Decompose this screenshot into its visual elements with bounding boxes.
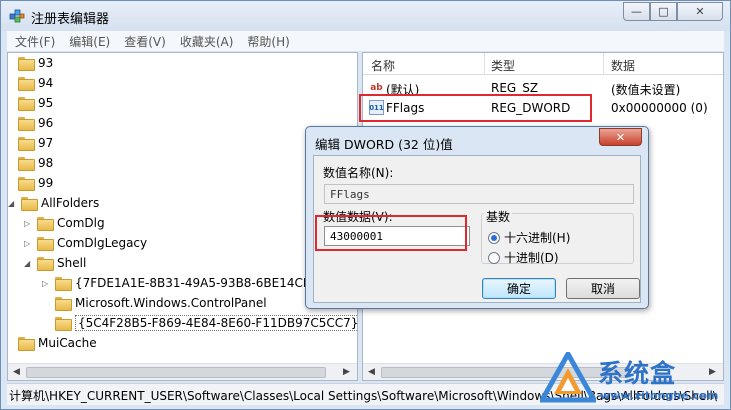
registry-editor-icon xyxy=(9,9,25,23)
scroll-left-icon[interactable]: ◀ xyxy=(368,367,375,377)
menu-view[interactable]: 查看(V) xyxy=(116,33,172,50)
base-group-title: 基数 xyxy=(484,208,513,225)
value-data: (数值未设置) xyxy=(611,83,681,97)
folder-icon xyxy=(18,157,35,171)
collapsed-arrow-icon[interactable]: ▷ xyxy=(24,239,34,248)
folder-icon xyxy=(55,297,72,311)
menu-favorites[interactable]: 收藏夹(A) xyxy=(172,33,240,50)
folder-icon xyxy=(55,317,72,331)
tree-item[interactable]: ▷ ComDlg xyxy=(24,213,105,233)
watermark-logo: 系统盒 www.xitonghe.com xyxy=(537,348,730,408)
tree-item[interactable]: ▷ {7FDE1A1E-8B31-49A5-93B8-6BE14CFA4 xyxy=(42,273,325,293)
scroll-left-icon[interactable]: ◀ xyxy=(13,367,20,377)
minimize-button[interactable]: — xyxy=(623,2,650,21)
radio-selected-icon[interactable] xyxy=(488,231,500,244)
tree-item[interactable]: 94 xyxy=(18,73,53,93)
column-divider xyxy=(603,53,604,75)
highlight-box-data xyxy=(315,215,467,251)
string-value-icon: ab xyxy=(370,82,383,93)
value-type: REG_SZ xyxy=(491,81,539,95)
decimal-radio-label: 十进制(D) xyxy=(504,251,559,265)
tree-item[interactable]: ◢ Shell xyxy=(24,253,86,273)
watermark-text: 系统盒 xyxy=(598,359,677,388)
scrollbar-thumb[interactable] xyxy=(26,367,326,378)
value-name-field: FFlags xyxy=(324,184,634,204)
folder-icon xyxy=(18,337,35,351)
folder-open-icon xyxy=(37,257,54,271)
window-title: 注册表编辑器 xyxy=(31,12,110,27)
folder-icon xyxy=(18,77,35,91)
tree-item[interactable]: 95 xyxy=(18,93,53,113)
folder-icon xyxy=(18,97,35,111)
column-header-name[interactable]: 名称 xyxy=(371,57,395,74)
tree-item[interactable]: ▷ ComDlgLegacy xyxy=(24,233,147,253)
radio-unselected-icon[interactable] xyxy=(488,251,500,264)
cancel-button[interactable]: 取消 xyxy=(566,278,640,299)
folder-icon xyxy=(18,57,35,71)
folder-icon xyxy=(18,117,35,131)
dialog-close-button[interactable]: ✕ xyxy=(599,128,642,146)
dialog-title: 编辑 DWORD (32 位)值 xyxy=(315,137,453,152)
collapsed-arrow-icon[interactable]: ▷ xyxy=(42,279,52,288)
tree-item[interactable]: 97 xyxy=(18,133,53,153)
menu-edit[interactable]: 编辑(E) xyxy=(61,33,116,50)
value-data: 0x00000000 (0) xyxy=(611,101,708,115)
list-header: 名称 类型 数据 xyxy=(363,53,723,75)
menu-bar: 文件(F) 编辑(E) 查看(V) 收藏夹(A) 帮助(H) xyxy=(7,31,724,51)
maximize-button[interactable]: □ xyxy=(650,2,677,21)
menu-file[interactable]: 文件(F) xyxy=(7,33,61,50)
watermark-url: www.xitonghe.com xyxy=(600,389,719,402)
folder-icon xyxy=(37,237,54,251)
tree-item-selected[interactable]: {5C4F28B5-F869-4E84-8E60-F11DB97C5CC7} xyxy=(55,313,357,333)
value-name-label: 数值名称(N): xyxy=(323,166,394,180)
expanded-arrow-icon[interactable]: ◢ xyxy=(8,199,18,208)
folder-icon xyxy=(18,137,35,151)
column-header-type[interactable]: 类型 xyxy=(491,57,515,74)
folder-icon xyxy=(55,277,72,291)
tree-item[interactable]: 93 xyxy=(18,53,53,73)
hex-radio-label: 十六进制(H) xyxy=(504,231,571,245)
folder-icon xyxy=(37,217,54,231)
folder-open-icon xyxy=(21,197,38,211)
column-divider xyxy=(484,53,485,75)
expanded-arrow-icon[interactable]: ◢ xyxy=(24,259,34,268)
folder-icon xyxy=(18,177,35,191)
highlight-box-fflags xyxy=(359,94,592,122)
scroll-right-icon[interactable]: ▶ xyxy=(343,367,350,377)
tree-item[interactable]: 98 xyxy=(18,153,53,173)
tree-horizontal-scrollbar[interactable]: ◀ ▶ xyxy=(8,363,357,380)
close-button[interactable]: ✕ xyxy=(677,2,723,21)
tree-item[interactable]: Microsoft.Windows.ControlPanel xyxy=(55,293,267,313)
column-header-data[interactable]: 数据 xyxy=(611,57,635,74)
decimal-radio-option[interactable]: 十进制(D) xyxy=(488,249,559,266)
tree-item[interactable]: MuiCache xyxy=(18,333,97,353)
tree-item[interactable]: ◢ AllFolders xyxy=(8,193,99,213)
tree-item[interactable]: 96 xyxy=(18,113,53,133)
title-bar[interactable]: 注册表编辑器 — □ ✕ xyxy=(1,1,730,31)
menu-help[interactable]: 帮助(H) xyxy=(239,33,295,50)
watermark-logo-icon xyxy=(537,348,599,403)
collapsed-arrow-icon[interactable]: ▷ xyxy=(24,219,34,228)
hex-radio-option[interactable]: 十六进制(H) xyxy=(488,229,570,246)
tree-item[interactable]: 99 xyxy=(18,173,53,193)
ok-button[interactable]: 确定 xyxy=(482,278,556,299)
